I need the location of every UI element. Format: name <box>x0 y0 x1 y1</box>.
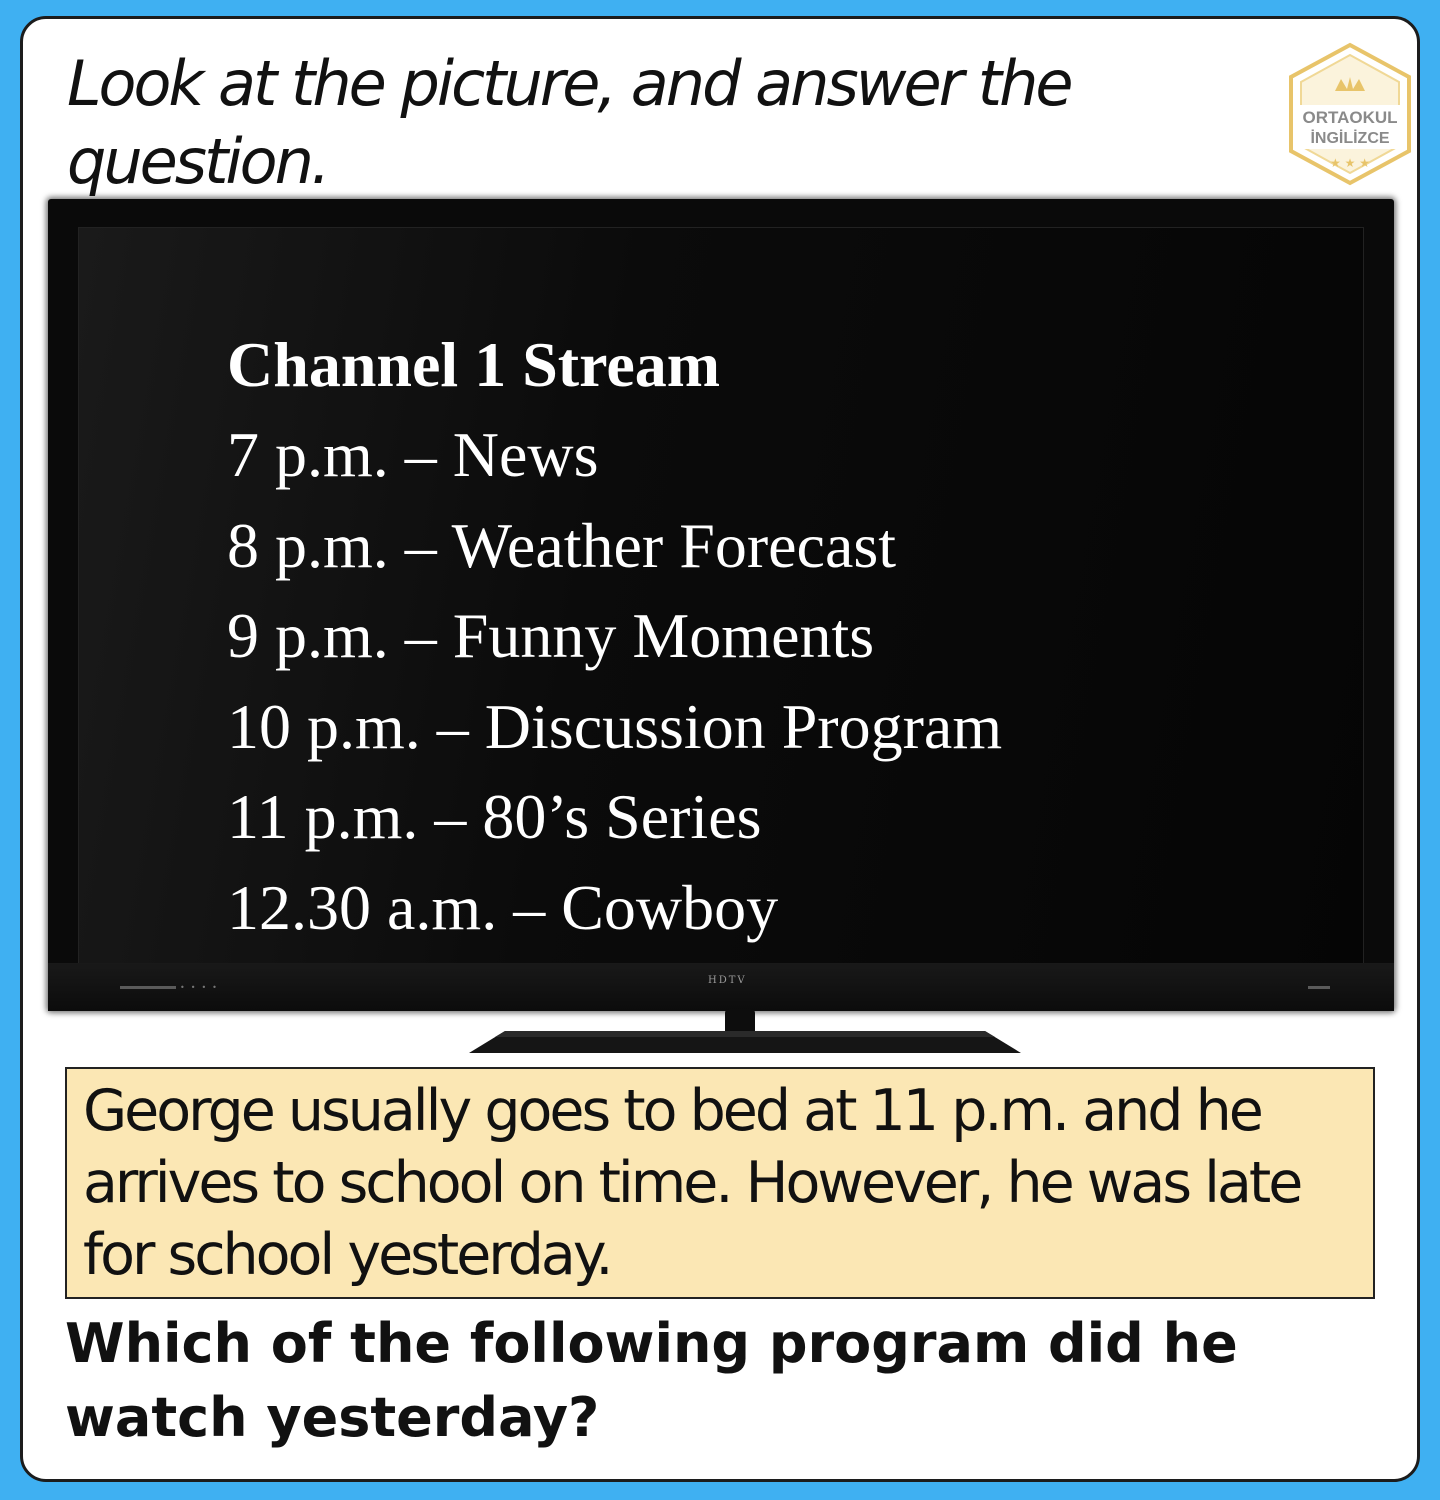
tv-brand-label: HDTV <box>708 975 747 986</box>
context-box: George usually goes to bed at 11 p.m. an… <box>65 1067 1375 1299</box>
svg-text:★ ★ ★: ★ ★ ★ <box>1330 156 1370 170</box>
ortaokul-ingilizce-logo: ORTAOKUL İNGİLİZCE ★ ★ ★ <box>1285 39 1415 189</box>
schedule-time: 12.30 a.m. <box>227 871 498 943</box>
schedule-program: Funny Moments <box>452 600 875 671</box>
question-text: Which of the following program did he wa… <box>65 1312 1238 1449</box>
schedule-row: 9 p.m. – Funny Moments <box>227 600 875 671</box>
television: Channel 1 Stream 7 p.m. – News 8 p.m. – … <box>45 197 1397 1059</box>
schedule-time: 10 p.m. <box>227 690 421 762</box>
schedule-row: 7 p.m. – News <box>227 419 599 490</box>
tv-indicator-dots: •••• <box>180 983 223 992</box>
logo-line1: ORTAOKUL <box>1302 108 1397 127</box>
logo-line2: İNGİLİZCE <box>1310 129 1389 147</box>
schedule-time: 8 p.m. <box>227 509 389 581</box>
schedule-row: 11 p.m. – 80’s Series <box>227 781 762 852</box>
crown-shield-icon: ORTAOKUL İNGİLİZCE ★ ★ ★ <box>1289 42 1411 186</box>
tv-bottom-bezel <box>48 963 1394 1011</box>
tv-screen: Channel 1 Stream 7 p.m. – News 8 p.m. – … <box>78 227 1364 965</box>
schedule-row: 8 p.m. – Weather Forecast <box>227 509 897 581</box>
schedule-row: 12.30 a.m. – Cowboy <box>227 871 779 943</box>
instruction-text: Look at the picture, and answer the ques… <box>67 47 1074 198</box>
question-card: Look at the picture, and answer the ques… <box>20 16 1420 1482</box>
schedule-program: Discussion Program <box>484 690 1003 762</box>
schedule-time: 9 p.m. <box>227 600 389 671</box>
schedule-panel: Channel 1 Stream 7 p.m. – News 8 p.m. – … <box>227 320 1002 953</box>
channel-title: Channel 1 Stream <box>227 329 721 400</box>
schedule-time: 7 p.m. <box>227 419 389 490</box>
schedule-program: Weather Forecast <box>451 509 897 581</box>
schedule-program: Cowboy <box>561 871 779 943</box>
schedule-program: 80’s Series <box>482 781 762 852</box>
tv-power-led <box>1308 986 1330 989</box>
tv-frame: Channel 1 Stream 7 p.m. – News 8 p.m. – … <box>48 199 1394 1011</box>
schedule-time: 11 p.m. <box>227 781 419 852</box>
schedule-program: News <box>452 419 599 490</box>
tv-speaker-left <box>120 986 176 989</box>
schedule-row: 10 p.m. – Discussion Program <box>227 690 1003 762</box>
tv-stand <box>465 1029 1025 1055</box>
